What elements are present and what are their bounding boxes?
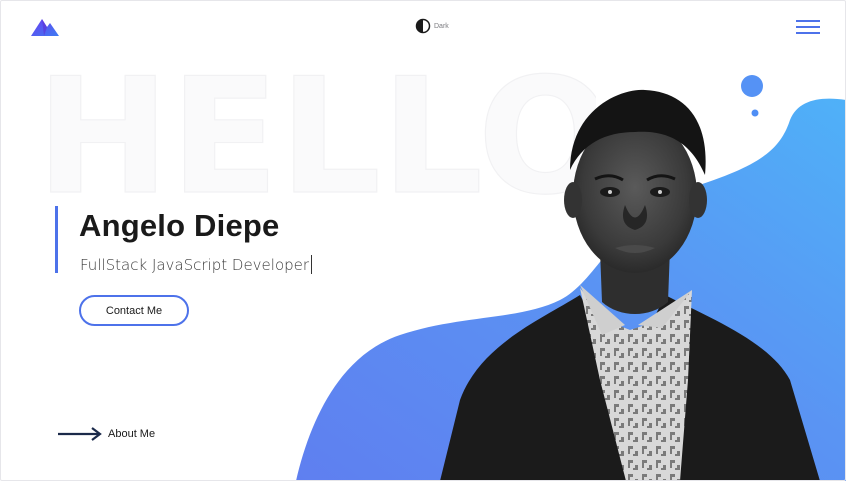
half-moon-icon bbox=[415, 18, 431, 34]
mountain-logo-icon[interactable] bbox=[30, 16, 60, 38]
portrait-photo bbox=[440, 89, 820, 481]
hero-accent-bar bbox=[55, 206, 58, 273]
theme-toggle[interactable]: Dark bbox=[415, 18, 449, 34]
theme-toggle-label: Dark bbox=[434, 22, 449, 30]
contact-me-button[interactable]: Contact Me bbox=[79, 295, 189, 326]
hero-name: Angelo Diepe bbox=[79, 208, 280, 243]
typing-cursor bbox=[311, 255, 313, 274]
about-me-link[interactable]: About Me bbox=[57, 426, 155, 442]
arrow-right-icon bbox=[58, 427, 102, 441]
about-me-label: About Me bbox=[108, 428, 156, 440]
page: HELLO Dark Angelo Diepe FullStack JavaSc… bbox=[0, 0, 846, 481]
hamburger-menu-icon[interactable] bbox=[795, 17, 821, 37]
hero-role-text: FullStack JavaScript Developer bbox=[80, 256, 310, 274]
hero-role: FullStack JavaScript Developer bbox=[80, 255, 313, 274]
